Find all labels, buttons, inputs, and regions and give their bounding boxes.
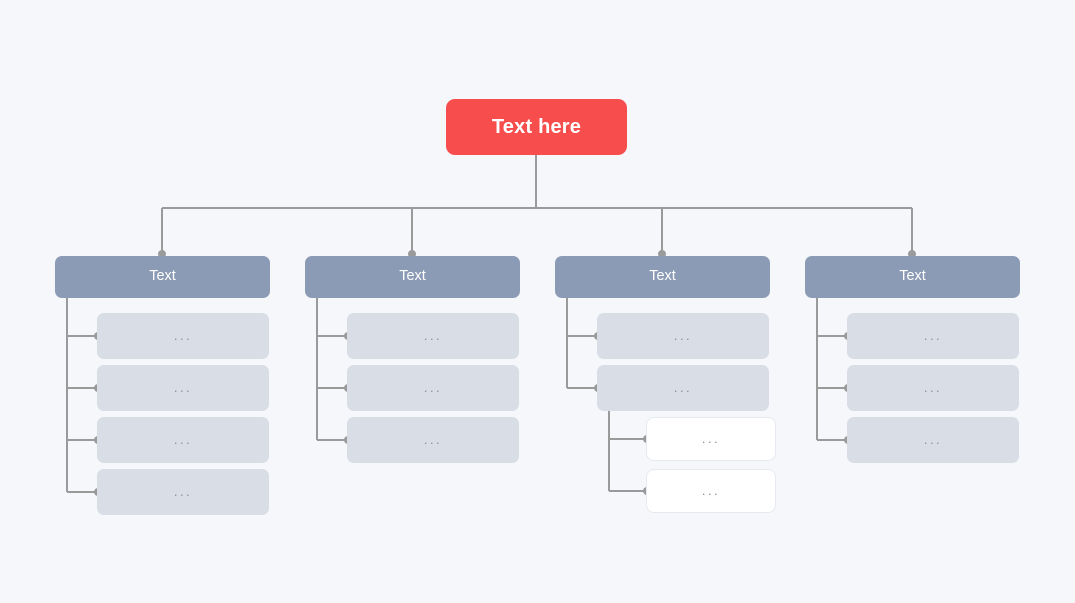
branch-node-3[interactable]: Text bbox=[555, 256, 770, 298]
leaf-node-4-2[interactable]: ... bbox=[847, 365, 1019, 411]
leaf-node-3-2-label: ... bbox=[673, 379, 693, 395]
sub-leaf-node-3-2-2[interactable]: ... bbox=[646, 469, 776, 513]
branch-node-2[interactable]: Text bbox=[305, 256, 520, 298]
branch-node-4-label: Text bbox=[899, 267, 926, 284]
leaf-node-1-2[interactable]: ... bbox=[97, 365, 269, 411]
leaf-node-1-3-label: ... bbox=[173, 431, 193, 447]
leaf-node-4-3-label: ... bbox=[923, 431, 943, 447]
sub-leaf-node-3-2-1[interactable]: ... bbox=[646, 417, 776, 461]
leaf-node-2-3[interactable]: ... bbox=[347, 417, 519, 463]
leaf-node-3-2[interactable]: ... bbox=[597, 365, 769, 411]
root-node[interactable]: Text here bbox=[446, 99, 627, 155]
leaf-node-2-1[interactable]: ... bbox=[347, 313, 519, 359]
leaf-node-2-2-label: ... bbox=[423, 379, 443, 395]
root-node-label: Text here bbox=[491, 115, 582, 138]
leaf-node-1-3[interactable]: ... bbox=[97, 417, 269, 463]
sub-leaf-node-3-2-1-label: ... bbox=[701, 430, 721, 446]
branch-node-2-label: Text bbox=[399, 267, 426, 284]
branch-node-3-label: Text bbox=[649, 267, 676, 284]
leaf-node-4-2-label: ... bbox=[923, 379, 943, 395]
leaf-node-2-2[interactable]: ... bbox=[347, 365, 519, 411]
leaf-node-1-4[interactable]: ... bbox=[97, 469, 269, 515]
branch-node-1-label: Text bbox=[149, 267, 176, 284]
branch-node-4[interactable]: Text bbox=[805, 256, 1020, 298]
leaf-node-1-2-label: ... bbox=[173, 379, 193, 395]
leaf-node-4-3[interactable]: ... bbox=[847, 417, 1019, 463]
leaf-node-1-1-label: ... bbox=[173, 327, 193, 343]
leaf-node-2-1-label: ... bbox=[423, 327, 443, 343]
leaf-node-3-1-label: ... bbox=[673, 327, 693, 343]
leaf-node-1-4-label: ... bbox=[173, 483, 193, 499]
leaf-node-1-1[interactable]: ... bbox=[97, 313, 269, 359]
leaf-node-4-1[interactable]: ... bbox=[847, 313, 1019, 359]
leaf-node-4-1-label: ... bbox=[923, 327, 943, 343]
leaf-node-2-3-label: ... bbox=[423, 431, 443, 447]
diagram-canvas: Text here Text............ Text......... T… bbox=[0, 0, 1075, 603]
sub-leaf-node-3-2-2-label: ... bbox=[701, 482, 721, 498]
leaf-node-3-1[interactable]: ... bbox=[597, 313, 769, 359]
branch-node-1[interactable]: Text bbox=[55, 256, 270, 298]
